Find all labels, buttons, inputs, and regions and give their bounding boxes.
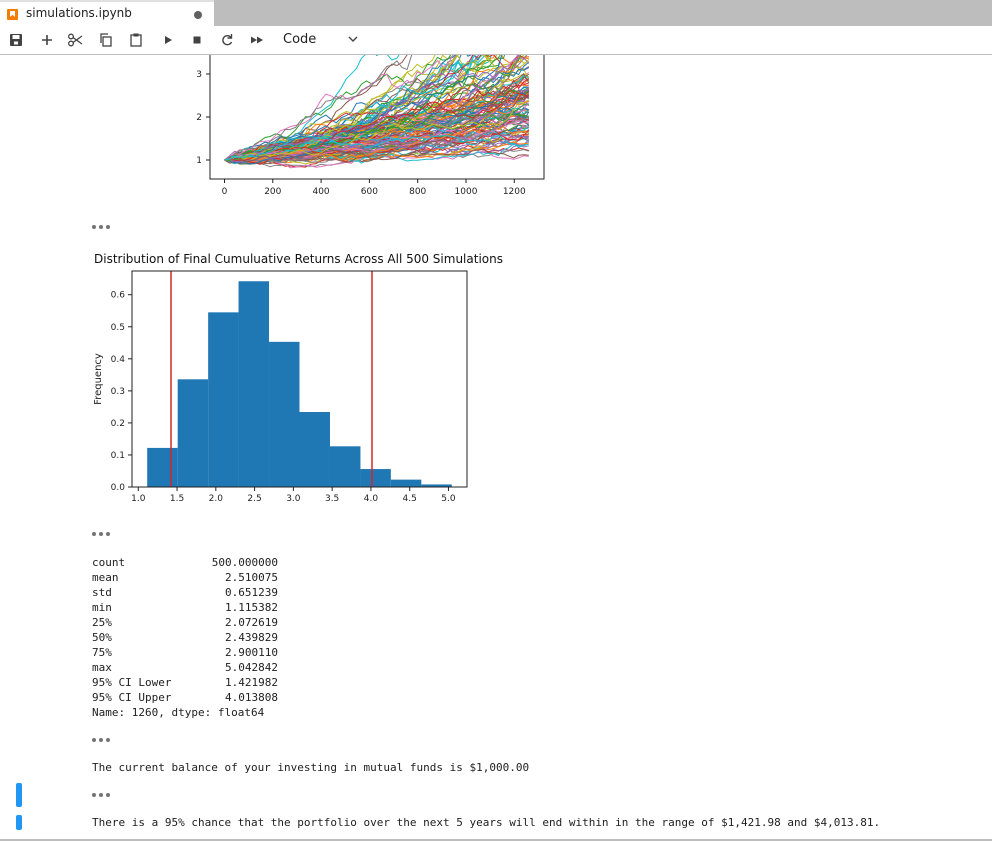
stats-label: min (92, 601, 112, 614)
histogram-bar (360, 469, 391, 487)
notebook-content: 0 200 400 600 800 1000 1200 1 2 3 Distribution of… (0, 55, 992, 839)
y-tick-label: 0.1 (111, 451, 125, 461)
stop-icon (193, 36, 201, 44)
stats-value: 2.072619 (225, 616, 278, 629)
clipboard-icon (130, 33, 142, 47)
histogram-bar (299, 412, 330, 487)
tab-bar: simulations.ipynb (0, 0, 992, 26)
y-tick-label: 0.2 (111, 419, 125, 429)
x-tick-label: 1000 (455, 187, 478, 197)
stop-button[interactable] (192, 31, 202, 49)
chevron-down-icon[interactable] (348, 34, 358, 44)
y-tick-label: 0.5 (111, 323, 125, 333)
stats-label: 95% CI Upper (92, 691, 172, 704)
y-tick-label: 0.6 (111, 291, 126, 301)
unsaved-dot-icon[interactable] (194, 11, 202, 19)
output-collapsed-ellipsis[interactable] (92, 525, 113, 540)
cell-type-select[interactable]: Code (283, 32, 316, 47)
x-tick-label: 1.5 (170, 494, 184, 504)
histogram-title: Distribution of Final Cumuluative Return… (94, 252, 503, 266)
cut-button[interactable] (67, 31, 83, 49)
save-icon (10, 34, 22, 46)
cell-selection-marker[interactable] (16, 815, 22, 830)
y-tick-label: 3 (196, 70, 202, 80)
cell-selection-marker[interactable] (16, 783, 22, 807)
notebook-toolbar: Code (0, 26, 992, 55)
output-collapsed-ellipsis[interactable] (92, 218, 113, 233)
stats-label: 95% CI Lower (92, 676, 172, 689)
x-tick-label: 800 (409, 187, 426, 197)
range-output: There is a 95% chance that the portfolio… (92, 816, 881, 829)
x-tick-label: 2.0 (209, 494, 224, 504)
histogram-bar (269, 341, 300, 487)
x-tick-label: 4.0 (364, 494, 379, 504)
x-tick-label: 4.5 (403, 494, 417, 504)
paste-button[interactable] (129, 31, 143, 49)
restart-icon (222, 34, 233, 46)
y-tick-label: 1 (196, 156, 202, 166)
stats-value: 2.900110 (225, 646, 278, 659)
y-tick-label: 0.4 (111, 355, 126, 365)
save-button[interactable] (9, 31, 23, 49)
y-tick-label: 2 (196, 113, 202, 123)
histogram-bar (208, 312, 239, 487)
copy-button[interactable] (99, 31, 113, 49)
stats-label: 50% (92, 631, 112, 644)
x-tick-label: 600 (361, 187, 378, 197)
run-button[interactable] (163, 31, 173, 49)
notebook-tab[interactable]: simulations.ipynb (0, 0, 214, 26)
stats-value: 1.115382 (225, 601, 278, 614)
stats-label: std (92, 586, 112, 599)
histogram-bar (390, 479, 422, 487)
y-tick-label: 0.0 (111, 483, 126, 493)
simulation-line-chart: 0 200 400 600 800 1000 1200 1 2 3 (196, 55, 545, 197)
histogram-ylabel: Frequency (93, 353, 104, 405)
notebook-icon (7, 9, 18, 20)
stats-label: count (92, 556, 126, 569)
restart-run-all-button[interactable] (250, 31, 264, 49)
stats-value: 1.421982 (225, 676, 278, 689)
histogram-bar (147, 447, 178, 487)
stats-value: 5.042842 (225, 661, 278, 674)
balance-output: The current balance of your investing in… (92, 761, 530, 774)
stats-value: 0.651239 (225, 586, 278, 599)
scissors-icon (68, 33, 83, 47)
stats-value: 2.439829 (225, 631, 278, 644)
stats-value: 500.000000 (211, 556, 278, 569)
x-tick-label: 5.0 (441, 494, 456, 504)
x-tick-label: 2.5 (247, 494, 261, 504)
x-tick-label: 200 (264, 187, 281, 197)
stats-value: 4.013808 (225, 691, 278, 704)
x-tick-label: 3.5 (325, 494, 339, 504)
stats-value: 2.510075 (225, 571, 278, 584)
histogram-chart: 1.0 1.5 2.0 2.5 3.0 3.5 4.0 4.5 5.0 0.0 0.1 0.2 0.3 0… (93, 270, 468, 504)
x-tick-label: 1.0 (131, 494, 146, 504)
stats-label: mean (92, 571, 119, 584)
add-cell-button[interactable] (40, 31, 54, 49)
histogram-bar (329, 446, 361, 487)
output-collapsed-ellipsis[interactable] (92, 731, 113, 746)
histogram-bar (238, 281, 270, 487)
output-collapsed-ellipsis[interactable] (92, 786, 113, 801)
stats-label: 25% (92, 616, 112, 629)
x-tick-label: 0 (222, 187, 228, 197)
x-tick-label: 1200 (503, 187, 526, 197)
y-tick-label: 0.3 (111, 387, 125, 397)
play-icon (165, 36, 172, 44)
x-tick-label: 400 (312, 187, 329, 197)
tab-title: simulations.ipynb (26, 6, 132, 20)
restart-button[interactable] (220, 31, 234, 49)
fast-forward-icon (251, 36, 263, 44)
plus-icon (42, 35, 52, 45)
stats-label: 75% (92, 646, 112, 659)
x-tick-label: 3.0 (286, 494, 301, 504)
copy-icon (100, 33, 112, 47)
stats-label: max (92, 661, 112, 674)
histogram-bar (177, 379, 209, 487)
